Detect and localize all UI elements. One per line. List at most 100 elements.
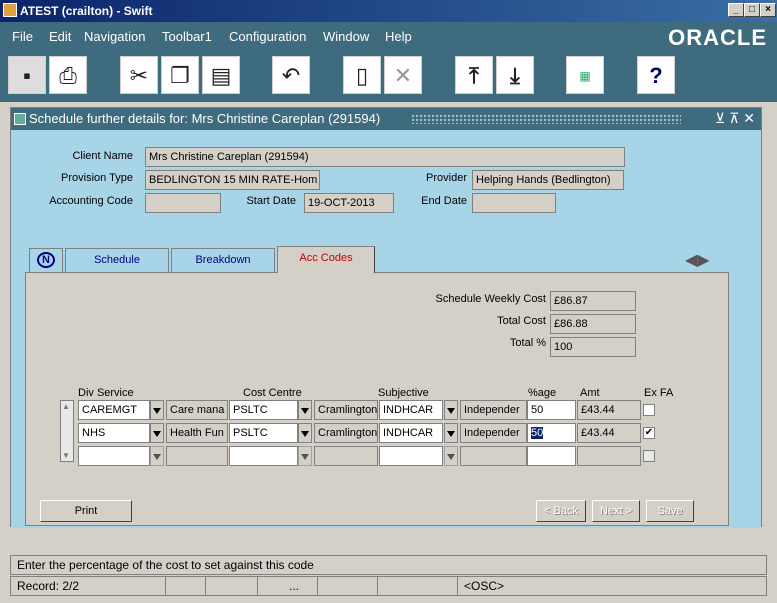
maximize-button[interactable]: □	[744, 3, 760, 17]
end-date-label: End Date	[421, 195, 467, 207]
row2-div-dropdown-icon[interactable]	[150, 423, 164, 443]
row2-pct-field[interactable]: 50	[527, 423, 576, 443]
next-button[interactable]: Next >	[592, 500, 640, 522]
form-title: Schedule further details for: Mrs Christ…	[29, 111, 381, 126]
end-date-field	[472, 193, 556, 213]
tab-scroll-icon[interactable]: ◀▶	[685, 250, 710, 270]
row3-div-dropdown-icon[interactable]	[150, 446, 164, 466]
row3-exfa-checkbox[interactable]	[643, 450, 655, 462]
col-amt: Amt	[580, 387, 600, 399]
col-pct: %age	[528, 387, 557, 399]
status-record-bar: Record: 2/2 ... <OSC>	[10, 576, 767, 596]
app-icon	[3, 3, 17, 17]
paste-icon[interactable]: ▤	[202, 56, 240, 94]
row1-cost-centre[interactable]: PSLTC	[229, 400, 298, 420]
grid-scrollbar[interactable]: ▲ ▼	[60, 400, 74, 462]
row2-cc-dropdown-icon[interactable]	[298, 423, 312, 443]
provider-field: Helping Hands (Bedlington)	[472, 170, 624, 190]
print-icon[interactable]: ⎙	[49, 56, 87, 94]
row2-exfa-checkbox[interactable]: ✔	[643, 427, 655, 439]
status-ellipsis: ...	[257, 577, 324, 595]
back-button[interactable]: < Back	[536, 500, 586, 522]
status-osc: <OSC>	[457, 577, 624, 595]
row2-div-service[interactable]: NHS	[78, 423, 150, 443]
row1-div-desc: Care mana	[166, 400, 228, 420]
accounting-code-label: Accounting Code	[49, 195, 133, 207]
list-of-values-icon[interactable]: ▦	[566, 56, 604, 94]
scroll-up-icon[interactable]: ▲	[62, 402, 70, 411]
last-record-icon[interactable]: ⤓	[496, 56, 534, 94]
row2-pct-selected: 50	[531, 427, 544, 439]
client-name-field: Mrs Christine Careplan (291594)	[145, 147, 625, 167]
row1-subj-dropdown-icon[interactable]	[444, 400, 458, 420]
row3-cc-desc	[314, 446, 378, 466]
tab-schedule[interactable]: Schedule	[65, 248, 169, 272]
close-button[interactable]: ×	[760, 3, 776, 17]
row1-div-dropdown-icon[interactable]	[150, 400, 164, 420]
menu-file[interactable]: File	[12, 29, 33, 44]
status-cell-4	[317, 577, 384, 595]
print-button[interactable]: Print	[40, 500, 132, 522]
row1-subjective[interactable]: INDHCAR	[379, 400, 443, 420]
help-icon[interactable]: ?	[637, 56, 675, 94]
save-button[interactable]: Save	[646, 500, 694, 522]
form-icon	[14, 113, 26, 125]
menu-navigation[interactable]: Navigation	[84, 29, 145, 44]
window-title: ATEST (crailton) - Swift	[20, 4, 153, 18]
menu-toolbar1[interactable]: Toolbar1	[162, 29, 212, 44]
tab-breakdown[interactable]: Breakdown	[171, 248, 275, 272]
row3-div-desc	[166, 446, 228, 466]
title-pattern	[411, 114, 681, 124]
row2-amt: £43.44	[577, 423, 641, 443]
row3-pct[interactable]	[527, 446, 576, 466]
row2-subj-desc: Independer	[460, 423, 527, 443]
first-record-icon[interactable]: ⤒	[455, 56, 493, 94]
acc-codes-panel: Schedule Weekly Cost £86.87 Total Cost £…	[25, 272, 729, 526]
client-name-label: Client Name	[72, 150, 133, 162]
total-pct-label: Total %	[509, 337, 546, 349]
row1-amt: £43.44	[577, 400, 641, 420]
weekly-cost-label: Schedule Weekly Cost	[435, 293, 546, 305]
row2-cost-centre[interactable]: PSLTC	[229, 423, 298, 443]
tab-acc-codes[interactable]: Acc Codes	[277, 246, 375, 273]
record-counter: Record: 2/2	[17, 579, 80, 593]
row3-subjective[interactable]	[379, 446, 443, 466]
row3-cc-dropdown-icon[interactable]	[298, 446, 312, 466]
total-cost-field: £86.88	[550, 314, 636, 334]
delete-icon[interactable]: ✕	[384, 56, 422, 94]
menu-configuration[interactable]: Configuration	[229, 29, 306, 44]
menu-help[interactable]: Help	[385, 29, 412, 44]
scroll-down-icon[interactable]: ▼	[62, 451, 70, 460]
copy-icon[interactable]: ❐	[161, 56, 199, 94]
save-icon[interactable]: ▪	[8, 56, 46, 94]
menubar: File Edit Navigation Toolbar1 Configurat…	[0, 22, 777, 50]
menu-window[interactable]: Window	[323, 29, 369, 44]
status-cell-5	[377, 577, 464, 595]
row2-subj-dropdown-icon[interactable]	[444, 423, 458, 443]
weekly-cost-field: £86.87	[550, 291, 636, 311]
cut-icon[interactable]: ✂	[120, 56, 158, 94]
row1-subj-desc: Independer	[460, 400, 527, 420]
provider-label: Provider	[426, 172, 467, 184]
row1-exfa-checkbox[interactable]	[643, 404, 655, 416]
start-date-field: 19-OCT-2013	[304, 193, 394, 213]
window-titlebar: ATEST (crailton) - Swift _ □ ×	[0, 0, 777, 22]
col-div-service: Div Service	[78, 387, 134, 399]
row1-div-service[interactable]: CAREMGT	[78, 400, 150, 420]
new-record-icon[interactable]: ▯	[343, 56, 381, 94]
row2-subjective[interactable]: INDHCAR	[379, 423, 443, 443]
minimize-button[interactable]: _	[728, 3, 744, 17]
row3-subj-dropdown-icon[interactable]	[444, 446, 458, 466]
form-area: Client Name Mrs Christine Careplan (2915…	[11, 130, 761, 528]
row1-pct[interactable]: 50	[527, 400, 576, 420]
row2-div-desc: Health Fun	[166, 423, 228, 443]
row3-div-service[interactable]	[78, 446, 150, 466]
start-date-label: Start Date	[246, 195, 296, 207]
row3-amt	[577, 446, 641, 466]
row3-cost-centre[interactable]	[229, 446, 298, 466]
tab-navigator[interactable]: N	[29, 248, 63, 272]
undo-icon[interactable]: ↶	[272, 56, 310, 94]
menu-edit[interactable]: Edit	[49, 29, 71, 44]
row1-cc-dropdown-icon[interactable]	[298, 400, 312, 420]
window-controls-icon[interactable]: ⊻ ⊼ ✕	[715, 110, 755, 127]
